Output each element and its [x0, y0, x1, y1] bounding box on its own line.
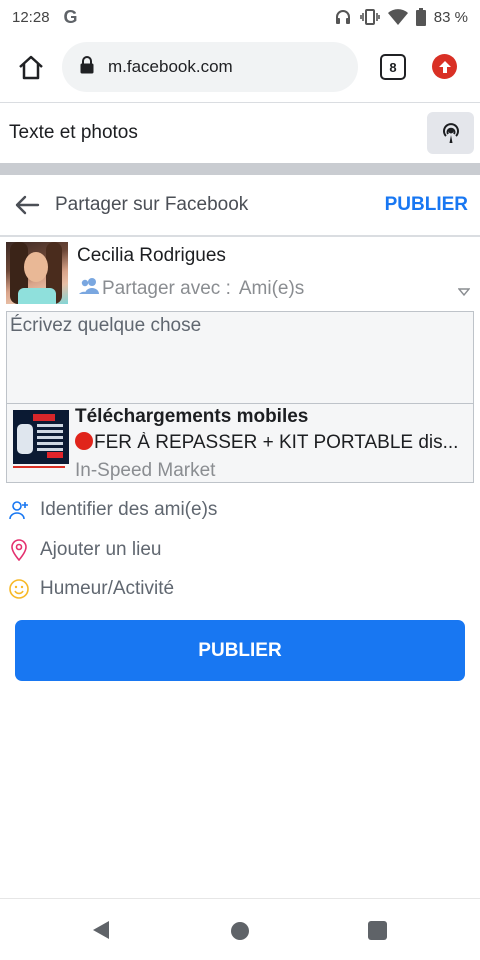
preview-thumbnail [13, 410, 69, 464]
thumbnail-underline [13, 466, 65, 468]
system-nav-bar [0, 898, 480, 960]
nav-home-icon[interactable] [231, 922, 249, 940]
friends-icon [78, 277, 102, 301]
audience-prefix: Partager avec : [102, 278, 231, 299]
home-icon[interactable] [16, 53, 46, 83]
location-pin-icon [8, 539, 30, 561]
header-divider [0, 235, 480, 237]
composer-mode-label: Texte et photos [9, 122, 138, 143]
battery-level: 83 % [433, 8, 468, 26]
share-header: Partager sur Facebook PUBLIER [0, 175, 480, 236]
add-location-option[interactable]: Ajouter un lieu [8, 539, 161, 561]
back-arrow-icon[interactable] [14, 193, 40, 222]
nav-recents-icon[interactable] [368, 921, 387, 940]
status-time: 12:28 [12, 8, 50, 26]
post-text-input[interactable]: Écrivez quelque chose [6, 311, 474, 403]
avatar [6, 242, 68, 304]
publish-button[interactable]: PUBLIER [15, 620, 465, 681]
chevron-down-icon[interactable] [457, 283, 471, 301]
publish-header-button[interactable]: PUBLIER [385, 194, 468, 216]
composer-mode-bar: Texte et photos [0, 103, 480, 163]
tag-friends-icon [8, 499, 30, 521]
lock-icon [80, 55, 94, 79]
battery-icon [415, 8, 426, 26]
audience-value: Ami(e)s [238, 278, 305, 299]
preview-description: FER À REPASSER + KIT PORTABLE dis... [94, 432, 459, 453]
mood-activity-option[interactable]: Humeur/Activité [8, 578, 174, 600]
wifi-icon [387, 8, 408, 26]
status-icons: 83 % [334, 8, 468, 26]
link-preview-card[interactable]: Téléchargements mobiles FER À REPASSER +… [6, 403, 474, 483]
section-separator [0, 163, 480, 175]
tag-friends-option[interactable]: Identifier des ami(e)s [8, 499, 217, 521]
tag-friends-label: Identifier des ami(e)s [40, 499, 218, 520]
user-name: Cecilia Rodrigues [77, 245, 226, 266]
preview-description-row: FER À REPASSER + KIT PORTABLE dis... [75, 432, 467, 454]
post-placeholder: Écrivez quelque chose [10, 315, 202, 336]
live-broadcast-icon[interactable] [427, 112, 474, 154]
update-icon[interactable] [432, 54, 457, 79]
preview-title: Téléchargements mobiles [75, 406, 309, 427]
google-icon: G [63, 6, 78, 27]
red-circle-icon [75, 432, 93, 450]
page-title: Partager sur Facebook [55, 194, 249, 215]
url-text: m.facebook.com [108, 57, 233, 76]
headphones-icon [334, 8, 352, 26]
audience-selector[interactable]: Partager avec : Ami(e)s [78, 277, 304, 301]
status-bar: 12:28 G 83 % [0, 0, 480, 34]
smiley-icon [8, 578, 30, 600]
nav-back-icon[interactable] [92, 920, 110, 945]
vibrate-icon [359, 8, 380, 26]
tabs-icon[interactable]: 8 [380, 54, 406, 80]
address-bar[interactable]: m.facebook.com [62, 42, 358, 92]
add-location-label: Ajouter un lieu [40, 539, 162, 560]
browser-toolbar: m.facebook.com 8 [0, 34, 480, 102]
mood-activity-label: Humeur/Activité [40, 578, 175, 599]
preview-source: In-Speed Market [75, 460, 216, 481]
